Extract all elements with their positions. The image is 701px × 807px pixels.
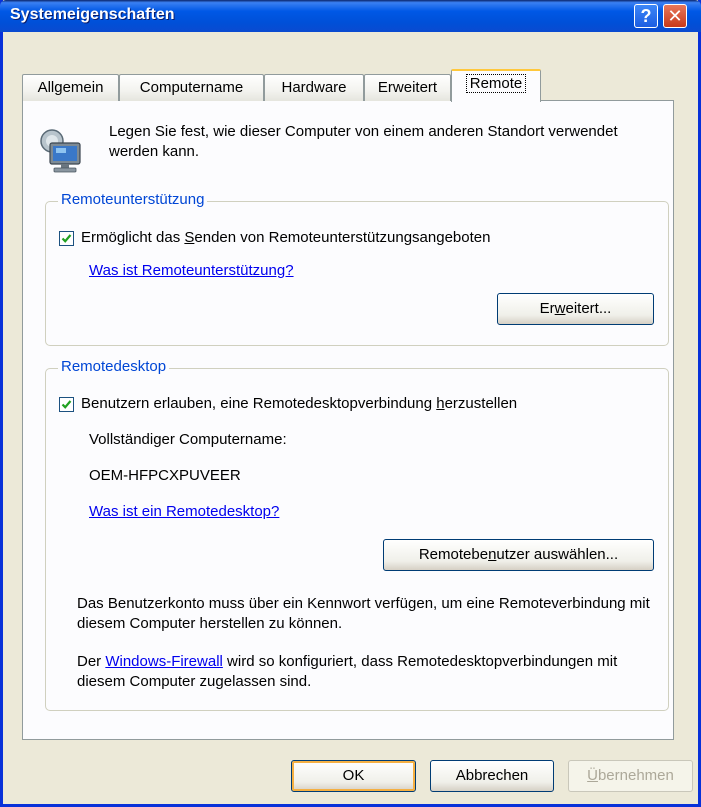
label-accelerator: S (184, 229, 195, 246)
password-note: Das Benutzerkonto muss über ein Kennwort… (77, 595, 650, 632)
remote-assistance-help-link[interactable]: Was ist Remoteunterstützung? (89, 262, 294, 279)
checkmark-icon (61, 400, 72, 409)
button-accelerator: w (554, 300, 566, 317)
button-label: utzer auswählen... (496, 546, 619, 563)
apply-button[interactable]: Übernehmen (568, 760, 693, 792)
button-label: Remotebe (418, 546, 489, 563)
label-text: Ermöglicht das (81, 229, 185, 246)
button-accelerator: Ü (587, 767, 598, 784)
title-bar[interactable]: Systemeigenschaften ? ✕ (0, 0, 701, 32)
close-button[interactable]: ✕ (663, 4, 687, 28)
remote-desktop-title: Remotedesktop (58, 358, 170, 375)
remote-assistance-title: Remoteunterstützung (58, 191, 208, 208)
tab-label: Remote (465, 74, 527, 93)
checkmark-icon (61, 234, 72, 243)
button-label: bernehmen (597, 767, 674, 784)
tab-remote[interactable]: Remote (451, 69, 541, 102)
windows-firewall-link[interactable]: Windows-Firewall (105, 653, 223, 670)
remote-desktop-help-link[interactable]: Was ist ein Remotedesktop? (89, 503, 279, 520)
label-text: enden von Remoteunterstützungsangeboten (194, 229, 491, 246)
computer-name-label: Vollständiger Computername: (89, 431, 287, 448)
ok-button[interactable]: OK (291, 760, 416, 792)
remote-computer-icon (36, 128, 88, 174)
label-text: Benutzern erlauben, eine Remotedesktopve… (81, 395, 437, 412)
tab-advanced[interactable]: Erweitert (364, 74, 451, 101)
help-button[interactable]: ? (634, 4, 658, 28)
tab-general[interactable]: Allgemein (22, 74, 119, 101)
advanced-button[interactable]: Erweitert... (497, 293, 654, 325)
button-label: eitert... (565, 300, 612, 317)
note-text: Der (77, 653, 106, 670)
label-accelerator: h (436, 395, 445, 412)
tab-computer-name[interactable]: Computername (119, 74, 264, 101)
select-remote-users-button[interactable]: Remotebenutzer auswählen... (383, 539, 654, 571)
tab-label: Hardware (281, 79, 347, 96)
button-label: Er (539, 300, 555, 317)
label-text: erzustellen (444, 395, 518, 412)
remote-desktop-checkbox-label[interactable]: Benutzern erlauben, eine Remotedesktopve… (81, 395, 517, 412)
tab-hardware[interactable]: Hardware (264, 74, 364, 101)
remote-desktop-checkbox[interactable] (59, 397, 74, 412)
intro-text: Legen Sie fest, wie dieser Computer von … (109, 123, 618, 160)
tab-label: Erweitert (377, 79, 438, 96)
computer-name-value: OEM-HFPCXPUVEER (89, 467, 241, 484)
tab-label: Computername (139, 79, 244, 96)
remote-assistance-checkbox[interactable] (59, 231, 74, 246)
window-title: Systemeigenschaften (10, 6, 175, 23)
cancel-button[interactable]: Abbrechen (430, 760, 554, 792)
firewall-note: Der Windows-Firewall wird so konfigurier… (77, 652, 657, 692)
remote-assistance-checkbox-label[interactable]: Ermöglicht das Senden von Remoteunterstü… (81, 229, 490, 246)
tab-label: Allgemein (37, 79, 104, 96)
